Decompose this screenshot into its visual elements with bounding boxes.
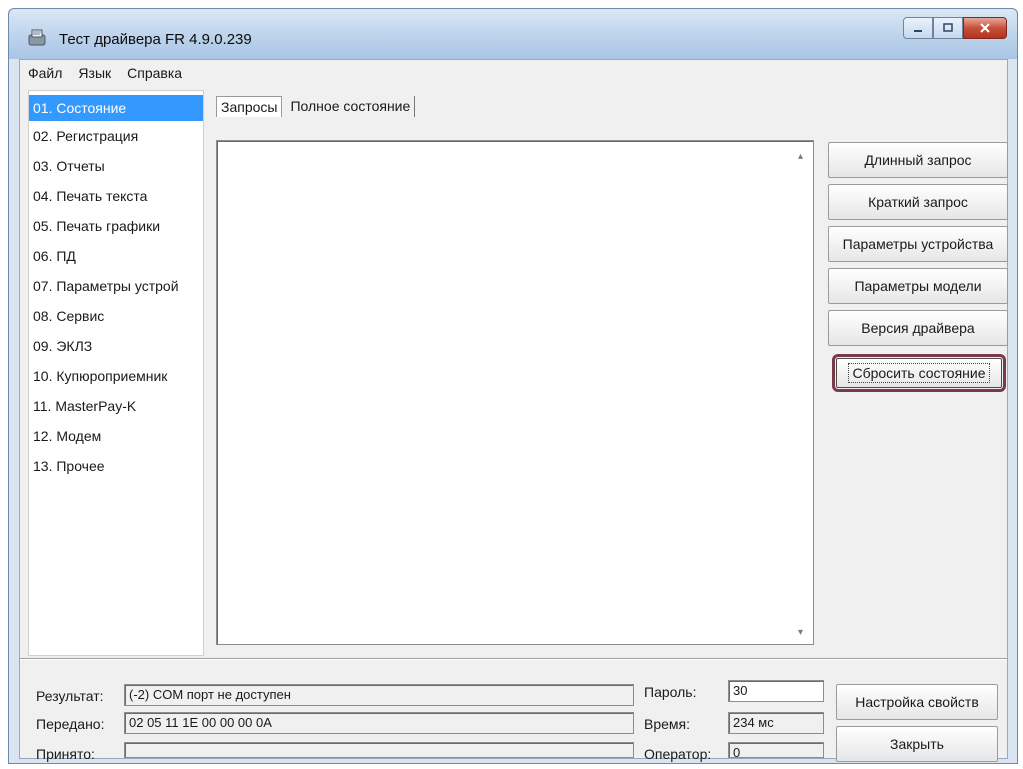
driver-version-button[interactable]: Версия драйвера [828, 310, 1008, 346]
close-icon [980, 23, 990, 33]
sent-field: 02 05 11 1E 00 00 00 0A [124, 712, 634, 734]
received-label: Принято: [36, 746, 95, 762]
short-request-button[interactable]: Краткий запрос [828, 184, 1008, 220]
status-divider [20, 658, 1007, 660]
menu-help[interactable]: Справка [127, 65, 182, 81]
scroll-down-icon[interactable]: ▾ [798, 627, 803, 638]
operator-label: Оператор: [644, 746, 712, 762]
reset-state-button[interactable]: Сбросить состояние [832, 354, 1006, 392]
sidebar-item-other[interactable]: 13. Прочее [29, 451, 203, 481]
settings-button[interactable]: Настройка свойств [836, 684, 998, 720]
maximize-button[interactable] [933, 17, 963, 39]
tab-full-state[interactable]: Полное состояние [286, 96, 416, 117]
title-bar[interactable]: Тест драйвера FR 4.9.0.239 [9, 9, 1017, 59]
sidebar-item-reports[interactable]: 03. Отчеты [29, 151, 203, 181]
close-button[interactable]: Закрыть [836, 726, 998, 762]
menu-bar: Файл Язык Справка [20, 60, 1007, 86]
sidebar-item-print-graphics[interactable]: 05. Печать графики [29, 211, 203, 241]
time-field: 234 мс [728, 712, 824, 734]
time-label: Время: [644, 716, 691, 732]
password-field[interactable]: 30 [728, 680, 824, 702]
sidebar-item-state[interactable]: 01. Состояние [29, 95, 203, 121]
tab-strip: Запросы Полное состояние [216, 96, 419, 117]
tab-requests[interactable]: Запросы [216, 96, 283, 117]
minimize-button[interactable] [903, 17, 933, 39]
minimize-icon [914, 30, 922, 32]
output-memo[interactable]: ▴ ▾ [216, 140, 814, 645]
sidebar-item-registration[interactable]: 02. Регистрация [29, 121, 203, 151]
sidebar-item-pd[interactable]: 06. ПД [29, 241, 203, 271]
reset-state-label: Сбросить состояние [848, 363, 990, 383]
result-field: (-2) COM порт не доступен [124, 684, 634, 706]
close-window-button[interactable] [963, 17, 1007, 39]
sidebar-item-print-text[interactable]: 04. Печать текста [29, 181, 203, 211]
device-params-button[interactable]: Параметры устройства [828, 226, 1008, 262]
result-label: Результат: [36, 688, 104, 704]
sidebar-item-bill-acceptor[interactable]: 10. Купюроприемник [29, 361, 203, 391]
sidebar-item-service[interactable]: 08. Сервис [29, 301, 203, 331]
sidebar-item-masterpay[interactable]: 11. MasterPay-K [29, 391, 203, 421]
maximize-icon [943, 23, 953, 32]
app-icon [28, 29, 46, 46]
received-field [124, 742, 634, 758]
sidebar-item-device-params[interactable]: 07. Параметры устрой [29, 271, 203, 301]
app-window: Тест драйвера FR 4.9.0.239 Файл Язык Спр… [8, 8, 1018, 764]
window-title: Тест драйвера FR 4.9.0.239 [59, 31, 252, 48]
sidebar-list[interactable]: 01. Состояние 02. Регистрация 03. Отчеты… [28, 90, 204, 656]
scroll-up-icon[interactable]: ▴ [798, 151, 803, 162]
sent-label: Передано: [36, 716, 105, 732]
long-request-button[interactable]: Длинный запрос [828, 142, 1008, 178]
model-params-button[interactable]: Параметры модели [828, 268, 1008, 304]
sidebar-item-eklz[interactable]: 09. ЭКЛЗ [29, 331, 203, 361]
password-label: Пароль: [644, 684, 697, 700]
sidebar-item-modem[interactable]: 12. Модем [29, 421, 203, 451]
menu-file[interactable]: Файл [28, 65, 62, 81]
operator-field: 0 [728, 742, 824, 760]
menu-language[interactable]: Язык [78, 65, 111, 81]
client-area: Файл Язык Справка 01. Состояние 02. Реги… [19, 59, 1008, 762]
